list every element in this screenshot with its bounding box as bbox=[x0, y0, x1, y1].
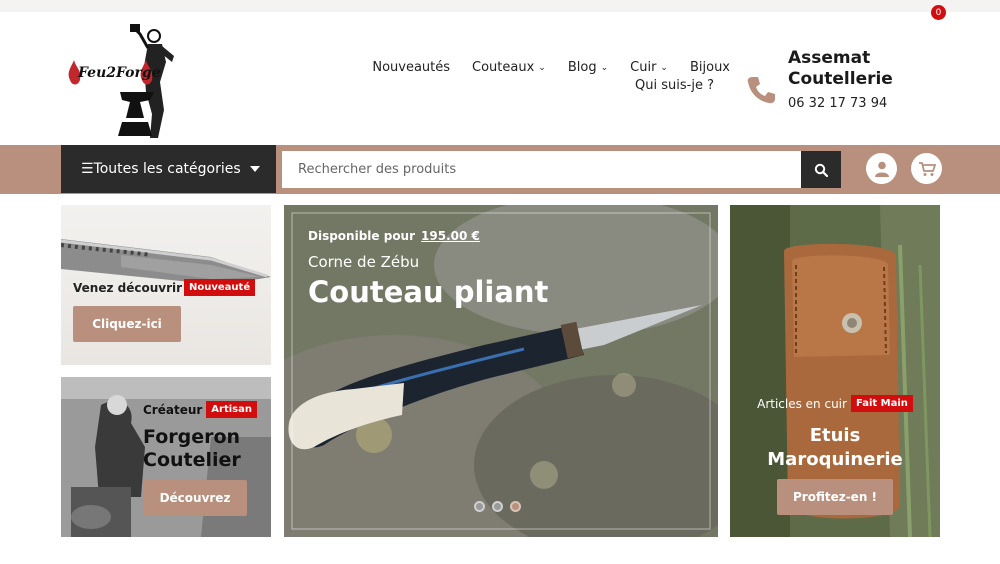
feu2forge-logo[interactable]: Feu2Forge bbox=[62, 22, 186, 138]
etuis-title-2: Maroquinerie bbox=[767, 449, 903, 470]
slider-dot-1[interactable] bbox=[474, 501, 485, 512]
cart-icon bbox=[918, 161, 936, 176]
slider-dot-2[interactable] bbox=[492, 501, 503, 512]
all-categories-label: ☰Toutes les catégories bbox=[81, 161, 241, 177]
chevron-down-icon: ⌄ bbox=[600, 62, 609, 73]
available-prefix: Disponible pour bbox=[308, 229, 416, 243]
nav-blog[interactable]: Blog ⌄ bbox=[568, 60, 608, 75]
nav-bijoux[interactable]: Bijoux bbox=[690, 60, 730, 75]
chevron-down-icon: ⌄ bbox=[660, 62, 668, 73]
new-badge: Nouveauté bbox=[184, 279, 256, 296]
contact-name: Assemat Coutellerie bbox=[788, 48, 893, 89]
search-button[interactable] bbox=[801, 151, 841, 188]
top-strip bbox=[0, 0, 1000, 12]
cliquez-ici-button[interactable]: Cliquez-ici bbox=[73, 306, 181, 342]
leather-kicker: Articles en cuir bbox=[757, 396, 847, 411]
artisan-badge: Artisan bbox=[206, 401, 257, 418]
nav-couteaux[interactable]: Couteaux ⌄ bbox=[472, 60, 546, 75]
chevron-down-icon: ⌄ bbox=[538, 62, 546, 73]
promo-artisan[interactable]: Créateur Artisan Forgeron Coutelier Déco… bbox=[61, 377, 271, 537]
forgeron-title-2: Coutelier bbox=[143, 449, 241, 471]
handmade-badge: Fait Main bbox=[850, 395, 913, 412]
search-input[interactable] bbox=[282, 151, 802, 188]
slider-dots bbox=[474, 501, 521, 512]
nav-bijoux-label: Bijoux bbox=[689, 60, 730, 75]
nav-cuir-label: Cuir bbox=[630, 60, 657, 75]
decouvrez-button[interactable]: Découvrez bbox=[143, 480, 247, 516]
promo-new-text: Venez découvrir bbox=[73, 280, 183, 295]
etuis-title-1: Etuis bbox=[809, 425, 861, 446]
slider-title: Couteau pliant bbox=[308, 275, 549, 309]
profitez-en-button[interactable]: Profitez-en ! bbox=[777, 479, 893, 515]
promo-leather[interactable]: Articles en cuir Fait Main Etuis Maroqui… bbox=[730, 205, 940, 537]
contact-block: Assemat Coutellerie 06 32 17 73 94 bbox=[788, 48, 918, 111]
hero-slider[interactable]: Disponible pour 195.00 € Corne de Zébu C… bbox=[284, 205, 718, 537]
creator-kicker: Créateur bbox=[143, 402, 203, 417]
svg-text:Feu2Forge: Feu2Forge bbox=[77, 65, 161, 81]
nav-blog-label: Blog bbox=[567, 60, 597, 75]
cart-button[interactable] bbox=[911, 153, 942, 184]
slider-price: 195.00 € bbox=[421, 229, 480, 243]
cart-count-badge: 0 bbox=[931, 5, 946, 20]
nav-nouveautes[interactable]: Nouveautés bbox=[372, 60, 450, 75]
caret-down-icon bbox=[250, 166, 260, 172]
main-nav: Nouveautés Couteaux ⌄ Blog ⌄ Cuir ⌄ Bijoux … bbox=[330, 60, 730, 93]
forgeron-title-1: Forgeron bbox=[143, 426, 241, 448]
slider-subtitle: Corne de Zébu bbox=[308, 253, 420, 271]
user-icon bbox=[874, 161, 889, 177]
nav-nouveautes-label: Nouveautés bbox=[372, 60, 451, 75]
contact-phone[interactable]: 06 32 17 73 94 bbox=[788, 96, 918, 111]
slider-dot-3[interactable] bbox=[510, 501, 521, 512]
nav-qui-suis-je[interactable]: Qui suis-je ? bbox=[635, 78, 714, 93]
phone-icon bbox=[747, 77, 775, 104]
promo-new-knife[interactable]: Venez découvrir Nouveauté Cliquez-ici bbox=[61, 205, 271, 365]
all-categories-button[interactable]: ☰Toutes les catégories bbox=[61, 145, 276, 193]
search-icon bbox=[814, 163, 828, 177]
account-button[interactable] bbox=[866, 153, 897, 184]
site-header: Feu2Forge Nouveautés Couteaux ⌄ Blog ⌄ Cui… bbox=[0, 12, 1000, 145]
nav-couteaux-label: Couteaux bbox=[472, 60, 535, 75]
search-bar: ☰Toutes les catégories bbox=[0, 145, 1000, 194]
nav-cuir[interactable]: Cuir ⌄ bbox=[630, 60, 668, 75]
